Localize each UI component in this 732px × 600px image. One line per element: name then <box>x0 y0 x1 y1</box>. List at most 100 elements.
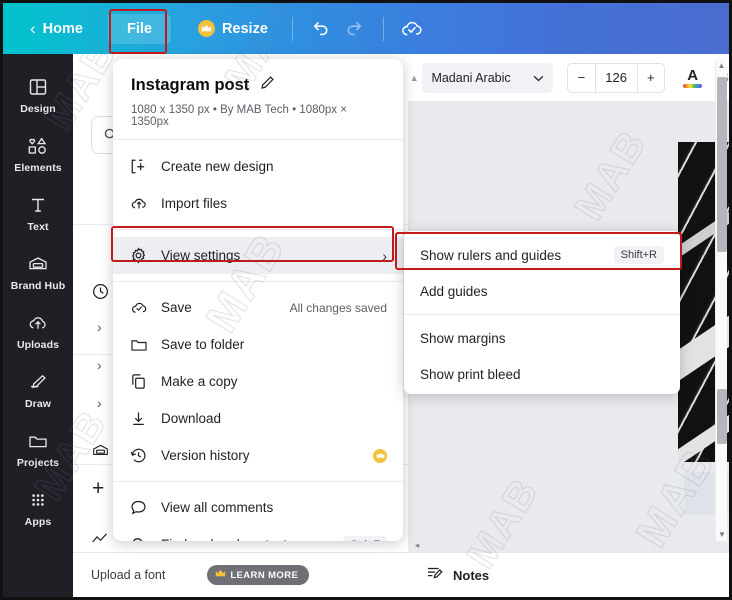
menu-item-download[interactable]: Download <box>113 400 403 437</box>
panel-scroll-up-arrow[interactable]: ▲ <box>408 73 420 83</box>
sidebar-item-label: Apps <box>24 516 52 528</box>
view-settings-submenu: Show rulers and guides Shift+R Add guide… <box>404 231 680 394</box>
add-icon[interactable]: + <box>92 478 104 499</box>
sidebar-item-label: Uploads <box>16 339 60 351</box>
file-menu-button[interactable]: File <box>107 13 171 44</box>
sidebar-item-label: Design <box>20 103 56 115</box>
menu-item-label: Create new design <box>161 159 274 174</box>
notes-label: Notes <box>453 567 490 583</box>
sidebar-item-label: Elements <box>14 162 62 174</box>
resize-label: Resize <box>221 20 268 37</box>
download-icon <box>129 410 148 427</box>
sidebar-item-uploads[interactable]: Uploads <box>3 302 73 359</box>
upload-font-bar[interactable]: Upload a font LEARN MORE <box>73 552 408 597</box>
menu-item-find-and-replace-text[interactable]: Find and replace text Ctrl+F <box>113 526 403 541</box>
chevron-right-icon[interactable]: › <box>97 319 102 335</box>
pro-crown-icon <box>373 448 387 463</box>
sidebar-item-label: Draw <box>24 398 52 410</box>
sidebar-item-draw[interactable]: Draw <box>3 361 73 418</box>
cloud-saved-icon[interactable] <box>395 12 429 46</box>
notes-icon <box>426 565 444 586</box>
font-size-decrease-button[interactable]: − <box>568 64 595 92</box>
font-family-select[interactable]: Madani Arabic <box>422 62 554 93</box>
menu-item-create-new-design[interactable]: Create new design <box>113 148 403 185</box>
shortcut-badge: Shift+R <box>613 246 664 264</box>
brand-kit-icon <box>91 442 110 464</box>
sidebar-item-label: Text <box>27 221 49 233</box>
file-menu-scrollbar[interactable]: ▲ ▼ <box>715 59 727 541</box>
uploads-icon <box>27 311 49 335</box>
learn-more-badge[interactable]: LEARN MORE <box>207 565 310 585</box>
gear-icon <box>129 247 148 264</box>
pencil-icon[interactable] <box>260 75 275 95</box>
resize-button[interactable]: Resize <box>185 13 281 44</box>
menu-divider <box>113 481 403 482</box>
menu-item-view-settings[interactable]: View settings › <box>113 237 403 274</box>
font-toolbar: ▲ Madani Arabic − 126 + A B <box>408 54 729 102</box>
chevron-right-icon[interactable]: › <box>97 357 102 373</box>
file-menu-list: Create new design Import files View sett… <box>113 140 403 541</box>
search-icon <box>129 536 148 541</box>
menu-item-view-all-comments[interactable]: View all comments <box>113 489 403 526</box>
chevron-right-icon[interactable]: › <box>97 395 102 411</box>
font-size-value[interactable]: 126 <box>594 63 638 92</box>
submenu-divider <box>404 314 680 315</box>
learn-more-label: LEARN MORE <box>230 569 299 581</box>
comment-icon <box>129 499 148 516</box>
left-sidebar: Design Elements Text Brand Hub Uploads D… <box>3 54 73 597</box>
design-dimensions: 1080 x 1350 px • By MAB Tech • 1080px × … <box>131 104 347 128</box>
menu-item-label: Save to folder <box>161 337 245 352</box>
draw-icon <box>27 370 49 394</box>
chevron-right-icon: › <box>382 247 387 264</box>
menu-item-save-to-folder[interactable]: Save to folder <box>113 326 403 363</box>
sidebar-item-projects[interactable]: Projects <box>3 420 73 477</box>
elements-icon <box>27 134 49 158</box>
brand-hub-icon <box>27 252 49 276</box>
import-files-icon <box>129 195 148 212</box>
menu-item-make-a-copy[interactable]: Make a copy <box>113 363 403 400</box>
scrollbar-thumb[interactable] <box>717 389 727 444</box>
text-icon <box>28 193 48 217</box>
design-icon <box>28 75 48 99</box>
submenu-item-label: Show rulers and guides <box>420 247 562 263</box>
submenu-item-show-print-bleed[interactable]: Show print bleed <box>404 356 680 392</box>
notes-collapse-arrow[interactable]: ◂ <box>408 539 426 552</box>
save-status-text: All changes saved <box>289 300 387 315</box>
crown-icon <box>215 569 226 581</box>
submenu-item-add-guides[interactable]: Add guides <box>404 273 680 309</box>
submenu-item-show-margins[interactable]: Show margins <box>404 320 680 356</box>
menu-item-label: Download <box>161 411 222 426</box>
submenu-item-label: Show margins <box>420 330 506 346</box>
crown-icon <box>197 20 215 37</box>
menu-item-label: View settings <box>161 248 241 263</box>
upload-font-label: Upload a font <box>91 568 166 582</box>
sidebar-item-text[interactable]: Text <box>3 184 73 241</box>
scrollbar-thumb[interactable] <box>717 77 727 252</box>
sidebar-item-brand-hub[interactable]: Brand Hub <box>3 243 73 300</box>
menu-divider <box>113 281 403 282</box>
text-color-button[interactable]: A <box>681 68 704 88</box>
menu-item-version-history[interactable]: Version history <box>113 437 403 474</box>
menu-item-import-files[interactable]: Import files <box>113 185 403 222</box>
sidebar-item-apps[interactable]: Apps <box>3 479 73 536</box>
submenu-item-show-rulers-and-guides[interactable]: Show rulers and guides Shift+R <box>404 237 680 273</box>
home-label: Home <box>42 20 83 37</box>
scroll-down-arrow[interactable]: ▼ <box>716 528 728 541</box>
font-size-stepper[interactable]: − 126 + <box>567 62 666 93</box>
toolbar-divider <box>382 16 384 41</box>
redo-icon[interactable] <box>338 12 372 46</box>
undo-icon[interactable] <box>304 12 338 46</box>
home-button[interactable]: ‹ Home <box>17 12 96 46</box>
scroll-up-arrow[interactable]: ▲ <box>716 59 727 72</box>
menu-item-save[interactable]: Save All changes saved <box>113 289 403 326</box>
sidebar-item-label: Projects <box>16 457 60 469</box>
submenu-item-label: Show print bleed <box>420 366 521 382</box>
projects-icon <box>27 429 49 453</box>
copy-icon <box>129 373 148 390</box>
notes-bar[interactable]: Notes <box>408 552 729 597</box>
sidebar-item-design[interactable]: Design <box>3 66 73 123</box>
sidebar-item-elements[interactable]: Elements <box>3 125 73 182</box>
file-label: File <box>126 20 152 37</box>
toolbar-divider <box>291 16 293 41</box>
font-size-increase-button[interactable]: + <box>638 64 665 92</box>
